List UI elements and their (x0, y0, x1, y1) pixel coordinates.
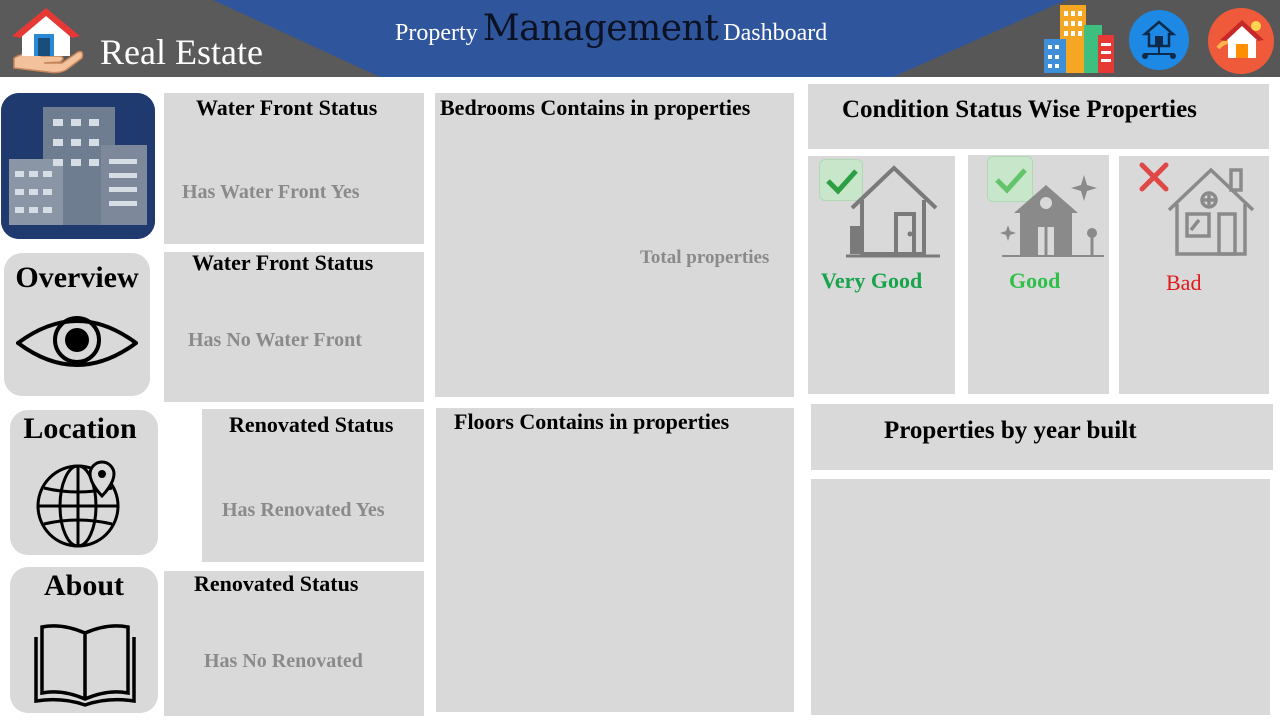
card-title: Bedrooms Contains in properties (440, 95, 751, 120)
brand-name: Real Estate (100, 32, 263, 72)
renovated-yes-card: Renovated Status Has Renovated Yes (202, 409, 424, 562)
bedrooms-card: Bedrooms Contains in properties Total pr… (435, 93, 794, 397)
card-value: Has No Renovated (204, 650, 363, 672)
book-icon (32, 623, 138, 707)
nav-about-label: About (43, 569, 125, 602)
condition-label: Very Good (821, 268, 923, 293)
page-title: Property Management Dashboard (395, 8, 895, 58)
condition-label: Bad (1166, 270, 1202, 295)
house-icon (846, 164, 940, 260)
water-front-no-card: Water Front Status Has No Water Front (164, 250, 424, 402)
house-network-icon (1129, 10, 1189, 70)
condition-good-card: Good (968, 155, 1109, 394)
year-built-header: Properties by year built (811, 404, 1273, 470)
card-value: Has No Water Front (188, 329, 362, 351)
card-note: Total properties (640, 247, 770, 268)
card-title: Renovated Status (229, 412, 394, 437)
nav-location-label: Location (23, 412, 137, 445)
nav-about[interactable]: About (10, 567, 158, 713)
city-buildings-icon (1040, 3, 1116, 75)
card-title: Water Front Status (192, 250, 374, 275)
water-front-yes-card: Water Front Status Has Water Front Yes (164, 93, 424, 244)
house-outline-icon (1165, 164, 1257, 258)
card-title: Water Front Status (196, 95, 378, 120)
nav-overview[interactable]: Overview (4, 253, 150, 396)
card-title: Renovated Status (194, 571, 359, 596)
eye-icon (14, 311, 140, 375)
city-banner-icon (1, 93, 155, 239)
condition-label: Good (1009, 268, 1061, 293)
section-title: Properties by year built (884, 417, 1137, 444)
card-value: Has Renovated Yes (222, 499, 385, 521)
house-sparkle-icon (1000, 171, 1106, 259)
nav-overview-label: Overview (15, 261, 139, 294)
title-suffix: Dashboard (723, 20, 828, 46)
card-value: Has Water Front Yes (182, 181, 360, 203)
condition-very-good-card: Very Good (808, 156, 955, 394)
renovated-no-card: Renovated Status Has No Renovated (164, 571, 424, 716)
title-prefix: Property (395, 20, 478, 46)
house-sale-icon (1208, 8, 1274, 74)
globe-pin-icon (36, 458, 126, 548)
year-built-chart-area (811, 479, 1270, 715)
floors-card: Floors Contains in properties (436, 408, 794, 712)
condition-header: Condition Status Wise Properties (808, 84, 1269, 149)
section-title: Condition Status Wise Properties (842, 96, 1197, 123)
card-title: Floors Contains in properties (454, 409, 730, 434)
house-hand-icon (8, 6, 84, 74)
condition-bad-card: Bad (1119, 156, 1269, 394)
title-main: Management (482, 8, 719, 49)
nav-location[interactable]: Location (10, 410, 158, 555)
